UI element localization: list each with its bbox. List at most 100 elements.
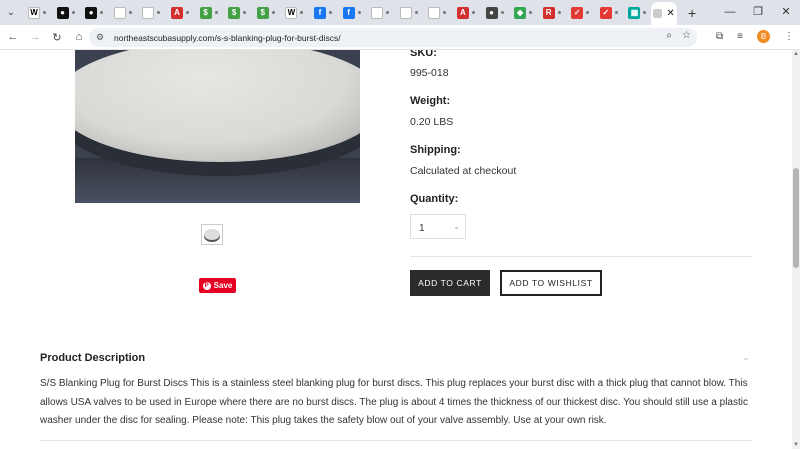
browser-tab[interactable]: A xyxy=(165,2,194,24)
scrollbar-thumb[interactable] xyxy=(793,168,799,268)
browser-tab[interactable]: $ xyxy=(251,2,280,24)
product-description-text: S/S Blanking Plug for Burst Discs This i… xyxy=(40,378,748,426)
tab-favicon-icon: $ xyxy=(228,6,241,19)
browser-tab[interactable]: ◆ xyxy=(508,2,537,24)
minimize-icon[interactable]: — xyxy=(716,0,744,25)
tab-separator xyxy=(271,11,275,14)
browser-tab[interactable]: ● xyxy=(480,2,509,24)
tab-separator xyxy=(214,11,218,14)
home-icon[interactable]: ⌂ xyxy=(68,31,90,43)
reload-icon[interactable]: ↻ xyxy=(46,31,68,44)
site-info-icon[interactable]: ⚙ xyxy=(96,32,112,43)
tab-favicon-icon: ▦ xyxy=(628,6,641,19)
tab-favicon-icon: f xyxy=(313,6,326,19)
quantity-value: 1 xyxy=(419,223,425,234)
image-background xyxy=(75,158,360,203)
browser-tab[interactable] xyxy=(422,2,451,24)
product-description-heading[interactable]: Product Description xyxy=(40,352,145,364)
quantity-select[interactable]: 1 ⌄ xyxy=(410,214,466,239)
browser-tab[interactable]: ● xyxy=(79,2,108,24)
chevron-down-icon: ⌄ xyxy=(6,7,16,18)
browser-tab[interactable]: f xyxy=(337,2,366,24)
close-tab-icon[interactable]: ✕ xyxy=(666,8,674,19)
tab-separator xyxy=(414,11,418,14)
browser-tab[interactable] xyxy=(394,2,423,24)
thumbnail-photo xyxy=(204,229,220,240)
tab-search-button[interactable]: ⌄ xyxy=(0,2,22,24)
browser-tab[interactable] xyxy=(108,2,137,24)
tab-favicon-icon: A xyxy=(456,6,469,19)
tab-separator xyxy=(471,11,475,14)
tab-separator xyxy=(357,11,361,14)
url-text[interactable]: northeastscubasupply.com/s-s-blanking-pl… xyxy=(114,33,341,43)
tab-favicon-icon xyxy=(142,6,155,19)
tab-favicon-icon xyxy=(399,6,412,19)
tab-active-favicon xyxy=(653,9,663,18)
browser-tab[interactable] xyxy=(136,2,165,24)
tab-active[interactable]: ✕ xyxy=(651,1,678,26)
weight-label: Weight: xyxy=(410,95,451,107)
tab-list: W ● ● A $ $ $ Wf f A ● ◆ R ✓ ✓ ▦ xyxy=(22,0,651,25)
divider xyxy=(410,256,752,257)
back-icon[interactable]: ← xyxy=(2,31,24,43)
media-control-icon[interactable]: ≡ xyxy=(737,31,743,42)
shipping-label: Shipping: xyxy=(410,144,461,156)
restore-icon[interactable]: ❐ xyxy=(744,0,772,25)
weight-value: 0.20 LBS xyxy=(410,116,454,128)
bookmark-star-icon[interactable]: ☆ xyxy=(682,30,691,41)
browser-tab[interactable]: W xyxy=(279,2,308,24)
page-content: P Save SKU: 995-018 Weight: 0.20 LBS Shi… xyxy=(0,50,792,449)
product-main-image[interactable] xyxy=(75,50,360,203)
tab-favicon-icon: W xyxy=(28,6,40,19)
tab-separator xyxy=(185,11,189,14)
tab-favicon-icon: ◆ xyxy=(514,6,527,19)
tab-favicon-icon: ✓ xyxy=(599,6,612,19)
browser-tab[interactable]: $ xyxy=(222,2,251,24)
tab-strip: ⌄ W ● ● A $ $ $ Wf f A ● ◆ R ✓ ✓ ▦ ✕ + — ❐ ✕ xyxy=(0,0,800,26)
tab-separator xyxy=(643,11,647,14)
browser-tab[interactable] xyxy=(365,2,394,24)
address-bar[interactable]: ⚙ northeastscubasupply.com/s-s-blanking-… xyxy=(89,28,697,47)
browser-tab[interactable]: ✓ xyxy=(594,2,623,24)
tab-favicon-icon: f xyxy=(342,6,355,19)
add-to-cart-button[interactable]: ADD TO CART xyxy=(410,270,490,296)
tab-separator xyxy=(500,11,504,14)
add-to-wishlist-button[interactable]: ADD TO WISHLIST xyxy=(500,270,602,296)
page-scrollbar[interactable]: ▲ ▼ xyxy=(792,50,800,449)
scroll-up-icon[interactable]: ▲ xyxy=(793,51,799,57)
tab-favicon-icon: W xyxy=(285,6,298,19)
browser-tab[interactable]: $ xyxy=(194,2,223,24)
browser-tab[interactable]: R xyxy=(537,2,566,24)
window-controls: — ❐ ✕ xyxy=(716,0,800,25)
new-tab-button[interactable]: + xyxy=(681,5,703,21)
extensions-icon[interactable]: ⧉ xyxy=(716,31,723,42)
menu-kebab-icon[interactable]: ⋮ xyxy=(784,31,794,42)
product-thumbnail[interactable] xyxy=(201,224,223,245)
browser-tab[interactable]: ✓ xyxy=(565,2,594,24)
browser-tab[interactable]: A xyxy=(451,2,480,24)
tab-favicon-icon: $ xyxy=(199,6,212,19)
tab-favicon-icon: ● xyxy=(485,6,498,19)
browser-toolbar: ← → ↻ ⌂ ⚙ northeastscubasupply.com/s-s-b… xyxy=(0,25,800,50)
tab-favicon-icon: A xyxy=(170,6,183,19)
zoom-icon[interactable]: ⌕ xyxy=(666,30,672,41)
browser-tab[interactable]: W xyxy=(22,2,51,24)
browser-tab[interactable]: ▦ xyxy=(622,2,651,24)
tab-separator xyxy=(529,11,533,14)
profile-avatar[interactable]: B xyxy=(757,30,770,43)
browser-tab[interactable]: ● xyxy=(51,2,80,24)
pinterest-save-button[interactable]: P Save xyxy=(199,278,236,293)
scroll-down-icon[interactable]: ▼ xyxy=(793,442,799,448)
forward-icon[interactable]: → xyxy=(24,31,46,43)
tab-favicon-icon xyxy=(113,6,126,19)
tab-favicon-icon: ● xyxy=(85,6,98,19)
tab-favicon-icon xyxy=(371,6,384,19)
tab-favicon-icon: ✓ xyxy=(571,6,584,19)
collapse-chevron-icon[interactable]: ⌄ xyxy=(742,352,750,363)
tab-separator xyxy=(243,11,247,14)
browser-tab[interactable]: f xyxy=(308,2,337,24)
tab-separator xyxy=(43,11,46,14)
close-window-icon[interactable]: ✕ xyxy=(772,0,800,25)
tab-favicon-icon xyxy=(428,6,441,19)
shipping-value: Calculated at checkout xyxy=(410,165,517,177)
